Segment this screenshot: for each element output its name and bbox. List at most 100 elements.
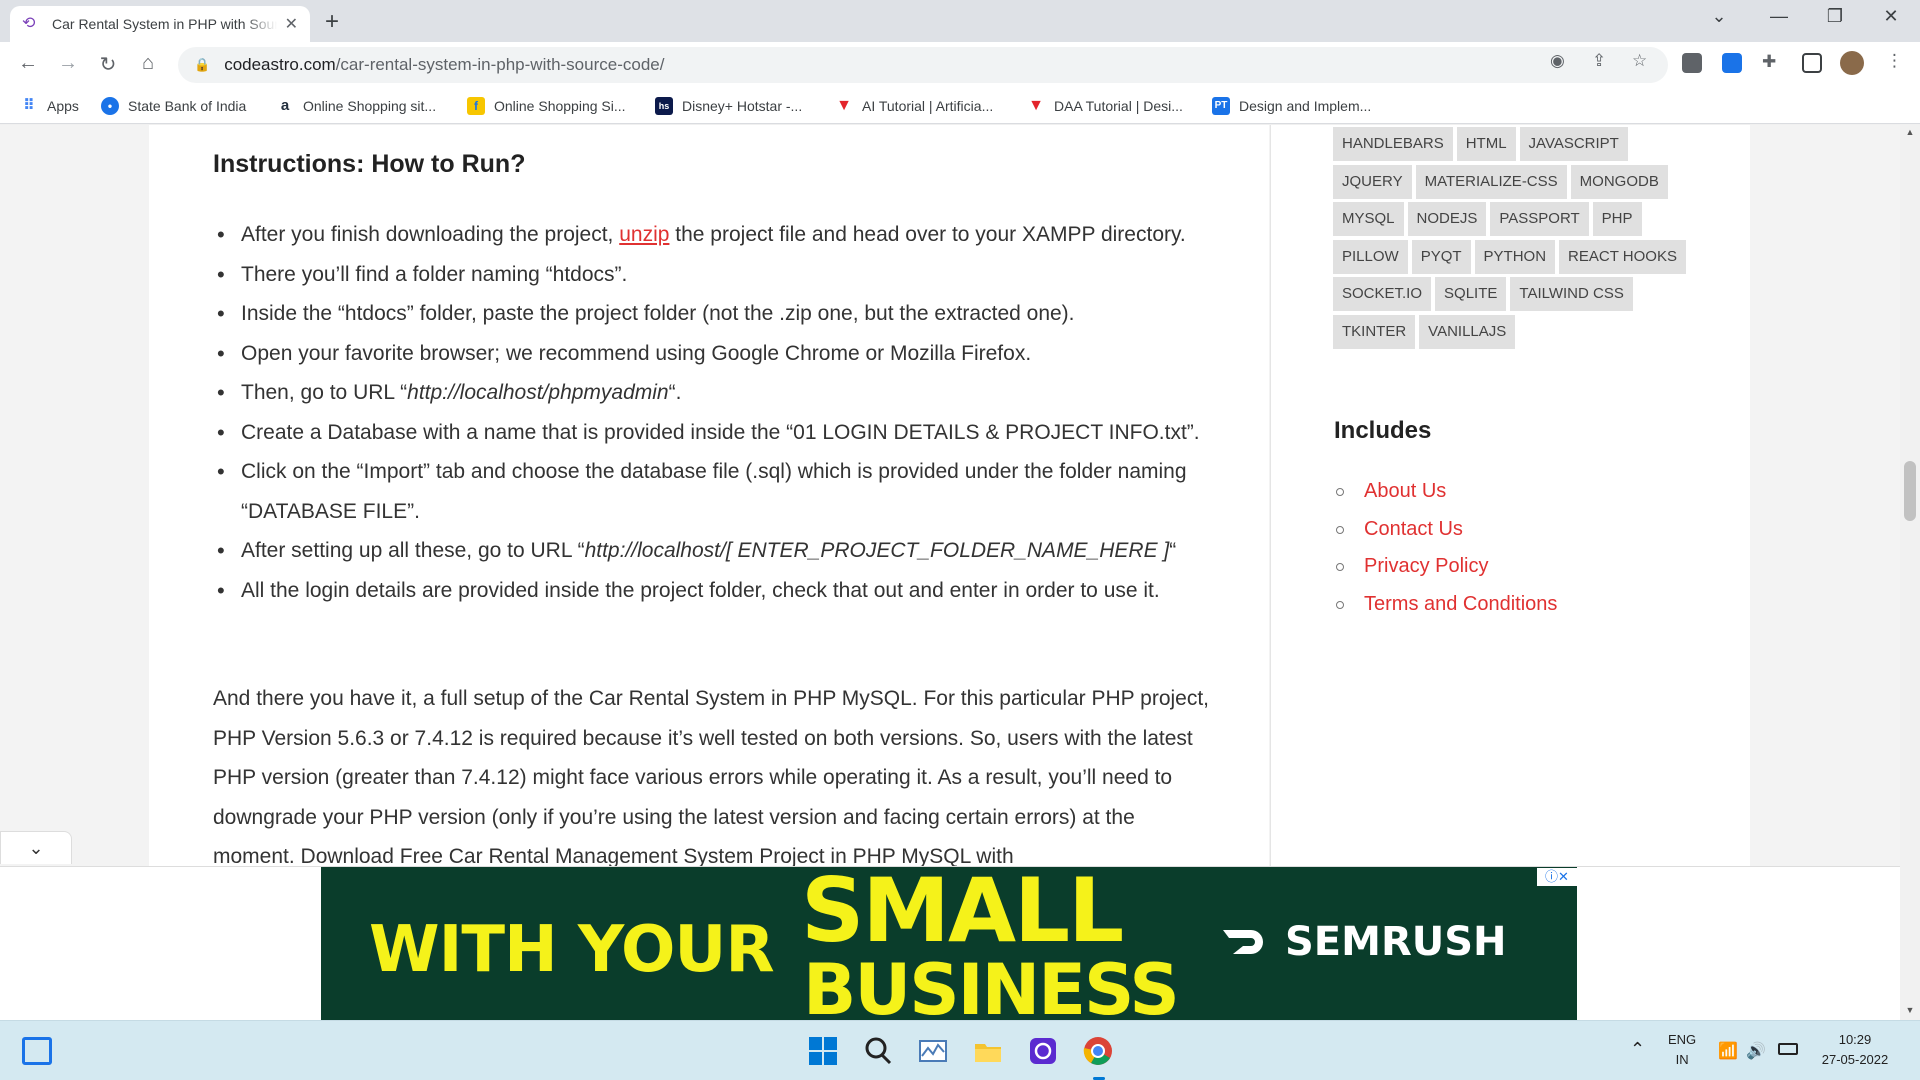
tag-chip[interactable]: HANDLEBARS	[1333, 127, 1453, 161]
tag-chip[interactable]: HTML	[1456, 127, 1516, 161]
tag-chip[interactable]: PYQT	[1411, 239, 1471, 274]
url-path: /car-rental-system-in-php-with-source-co…	[335, 55, 665, 74]
ad-brand: SEMRUSH	[1285, 919, 1507, 965]
collapse-ad-chevron-icon[interactable]: ⌄	[0, 831, 72, 864]
file-explorer-icon[interactable]	[973, 1036, 1003, 1066]
bookmark-design[interactable]: PT Design and Implem...	[1212, 97, 1371, 115]
forward-button[interactable]: →	[54, 52, 82, 75]
includes-link-terms[interactable]: Terms and Conditions	[1334, 586, 1557, 624]
clock[interactable]: 10:29 27-05-2022	[1810, 1030, 1900, 1070]
tag-chip[interactable]: JAVASCRIPT	[1519, 127, 1628, 161]
apps-grid-icon: ⠿	[23, 97, 35, 114]
lock-icon[interactable]: 🔒	[194, 57, 210, 73]
includes-link-about[interactable]: About Us	[1334, 473, 1557, 511]
puzzle-extensions-icon[interactable]: ✚	[1762, 52, 1776, 72]
semrush-flame-icon	[1223, 930, 1263, 954]
semrush-ad[interactable]: WITH YOUR SMALL BUSINESS SEMRUSH	[321, 867, 1577, 1021]
bookmark-daa-tutorial[interactable]: ▼ DAA Tutorial | Desi...	[1027, 97, 1183, 115]
tag-chip[interactable]: TKINTER	[1333, 314, 1416, 349]
setup-paragraph: And there you have it, a full setup of t…	[213, 687, 1210, 867]
extension-icon[interactable]	[1682, 53, 1702, 73]
windows-start-icon[interactable]	[808, 1036, 838, 1066]
tag-chip[interactable]: REACT HOOKS	[1559, 239, 1686, 274]
bookmark-label: Disney+ Hotstar -...	[682, 98, 803, 114]
tag-chip[interactable]: TAILWIND CSS	[1510, 277, 1633, 311]
close-window-button[interactable]: ✕	[1868, 6, 1914, 27]
sidebar: HANDLEBARS HTML JAVASCRIPT JQUERY MATERIALIZ…	[1270, 125, 1750, 867]
chrome-icon[interactable]	[1083, 1036, 1113, 1066]
tag-chip[interactable]: PYTHON	[1474, 239, 1556, 274]
includes-heading: Includes	[1334, 417, 1432, 444]
step-item: After setting up all these, go to URL “h…	[213, 531, 1223, 571]
scroll-down-arrow-icon[interactable]: ▼	[1900, 1005, 1920, 1015]
step-text: Click on the “Import” tab and choose the…	[241, 460, 1187, 523]
bookmark-star-icon[interactable]: ☆	[1632, 51, 1647, 71]
minimize-button[interactable]: —	[1756, 6, 1802, 27]
tag-chip[interactable]: SQLITE	[1435, 277, 1507, 311]
restore-button[interactable]: ❐	[1812, 6, 1858, 27]
tab-title: Car Rental System in PHP with Source Cod…	[52, 16, 277, 32]
wifi-icon[interactable]: 📶	[1718, 1041, 1748, 1071]
tag-cloud: HANDLEBARS HTML JAVASCRIPT JQUERY MATERIALIZ…	[1333, 127, 1713, 352]
bookmark-label: Design and Implem...	[1239, 98, 1372, 114]
reload-button[interactable]: ↻	[94, 52, 122, 77]
address-bar[interactable]: 🔒 codeastro.com/car-rental-system-in-php…	[178, 47, 1668, 83]
instructions-list: After you finish downloading the project…	[213, 215, 1223, 610]
app-icon[interactable]	[1028, 1036, 1058, 1066]
language-indicator[interactable]: ENG IN	[1668, 1030, 1696, 1070]
adchoices-close-icon[interactable]: ⓘ✕	[1537, 868, 1577, 886]
bookmark-ai-tutorial[interactable]: ▼ AI Tutorial | Artificia...	[835, 97, 993, 115]
eye-slash-icon[interactable]: ◉	[1550, 51, 1565, 71]
tag-chip[interactable]: PASSPORT	[1490, 202, 1589, 236]
close-tab-icon[interactable]: ✕	[285, 14, 298, 34]
battery-icon[interactable]	[1778, 1043, 1798, 1055]
bookmark-amazon[interactable]: a Online Shopping sit...	[276, 97, 436, 115]
tag-chip[interactable]: MYSQL	[1333, 202, 1404, 236]
includes-link-privacy[interactable]: Privacy Policy	[1334, 548, 1557, 586]
chevron-up-icon[interactable]: ⌃	[1630, 1039, 1660, 1069]
search-icon[interactable]	[863, 1036, 893, 1066]
step-text: There you’ll find a folder naming “htdoc…	[241, 262, 628, 286]
bookmark-hotstar[interactable]: hs Disney+ Hotstar -...	[655, 97, 802, 115]
share-icon[interactable]: ⇪	[1592, 51, 1606, 71]
profile-avatar[interactable]	[1840, 51, 1864, 75]
side-panel-icon[interactable]	[1802, 53, 1822, 73]
ad-banner-strip: WITH YOUR SMALL BUSINESS SEMRUSH	[0, 866, 1900, 1021]
back-button[interactable]: ←	[14, 52, 42, 75]
scroll-up-arrow-icon[interactable]: ▲	[1900, 127, 1920, 137]
includes-link-contact[interactable]: Contact Us	[1334, 511, 1557, 549]
javatpoint-icon: ▼	[1028, 97, 1044, 114]
bookmark-sbi[interactable]: • State Bank of India	[101, 97, 246, 115]
clock-time: 10:29	[1838, 1032, 1872, 1047]
tag-chip[interactable]: MONGODB	[1570, 164, 1668, 199]
unzip-link[interactable]: unzip	[619, 223, 669, 246]
clock-date: 27-05-2022	[1821, 1052, 1889, 1067]
browser-tab[interactable]: ⟲ Car Rental System in PHP with Source C…	[10, 6, 310, 42]
sbi-icon: •	[101, 97, 119, 115]
home-button[interactable]: ⌂	[134, 52, 162, 75]
page-scrollbar[interactable]: ▲ ▼	[1900, 125, 1920, 1020]
bookmark-apps[interactable]: ⠿ Apps	[20, 97, 79, 115]
tag-chip[interactable]: VANILLAJS	[1419, 314, 1516, 349]
extension-blue-icon[interactable]	[1722, 53, 1742, 73]
widgets-icon[interactable]	[22, 1037, 52, 1065]
volume-icon[interactable]: 🔊	[1746, 1041, 1776, 1071]
tag-chip[interactable]: JQUERY	[1333, 164, 1412, 199]
bookmark-label: State Bank of India	[128, 98, 247, 114]
step-text: Inside the “htdocs” folder, paste the pr…	[241, 302, 1075, 325]
javatpoint-icon: ▼	[836, 97, 852, 114]
scrollbar-thumb[interactable]	[1904, 461, 1916, 521]
new-tab-button[interactable]: +	[325, 8, 339, 36]
tab-search-chevron-icon[interactable]: ⌄	[1696, 6, 1742, 27]
step-text: Create a Database with a name that is pr…	[241, 420, 1200, 444]
tag-chip[interactable]: SOCKET.IO	[1333, 277, 1432, 311]
bookmark-flipkart[interactable]: f Online Shopping Si...	[467, 97, 626, 115]
amazon-icon: a	[280, 97, 290, 114]
tag-chip[interactable]: PILLOW	[1333, 239, 1408, 274]
step-text: After setting up all these, go to URL “	[241, 539, 585, 562]
tag-chip[interactable]: MATERIALIZE-CSS	[1415, 164, 1567, 199]
task-manager-icon[interactable]	[918, 1036, 948, 1066]
tag-chip[interactable]: PHP	[1592, 202, 1642, 236]
tag-chip[interactable]: NODEJS	[1407, 202, 1487, 236]
menu-kebab-icon[interactable]: ⋮	[1886, 51, 1903, 71]
